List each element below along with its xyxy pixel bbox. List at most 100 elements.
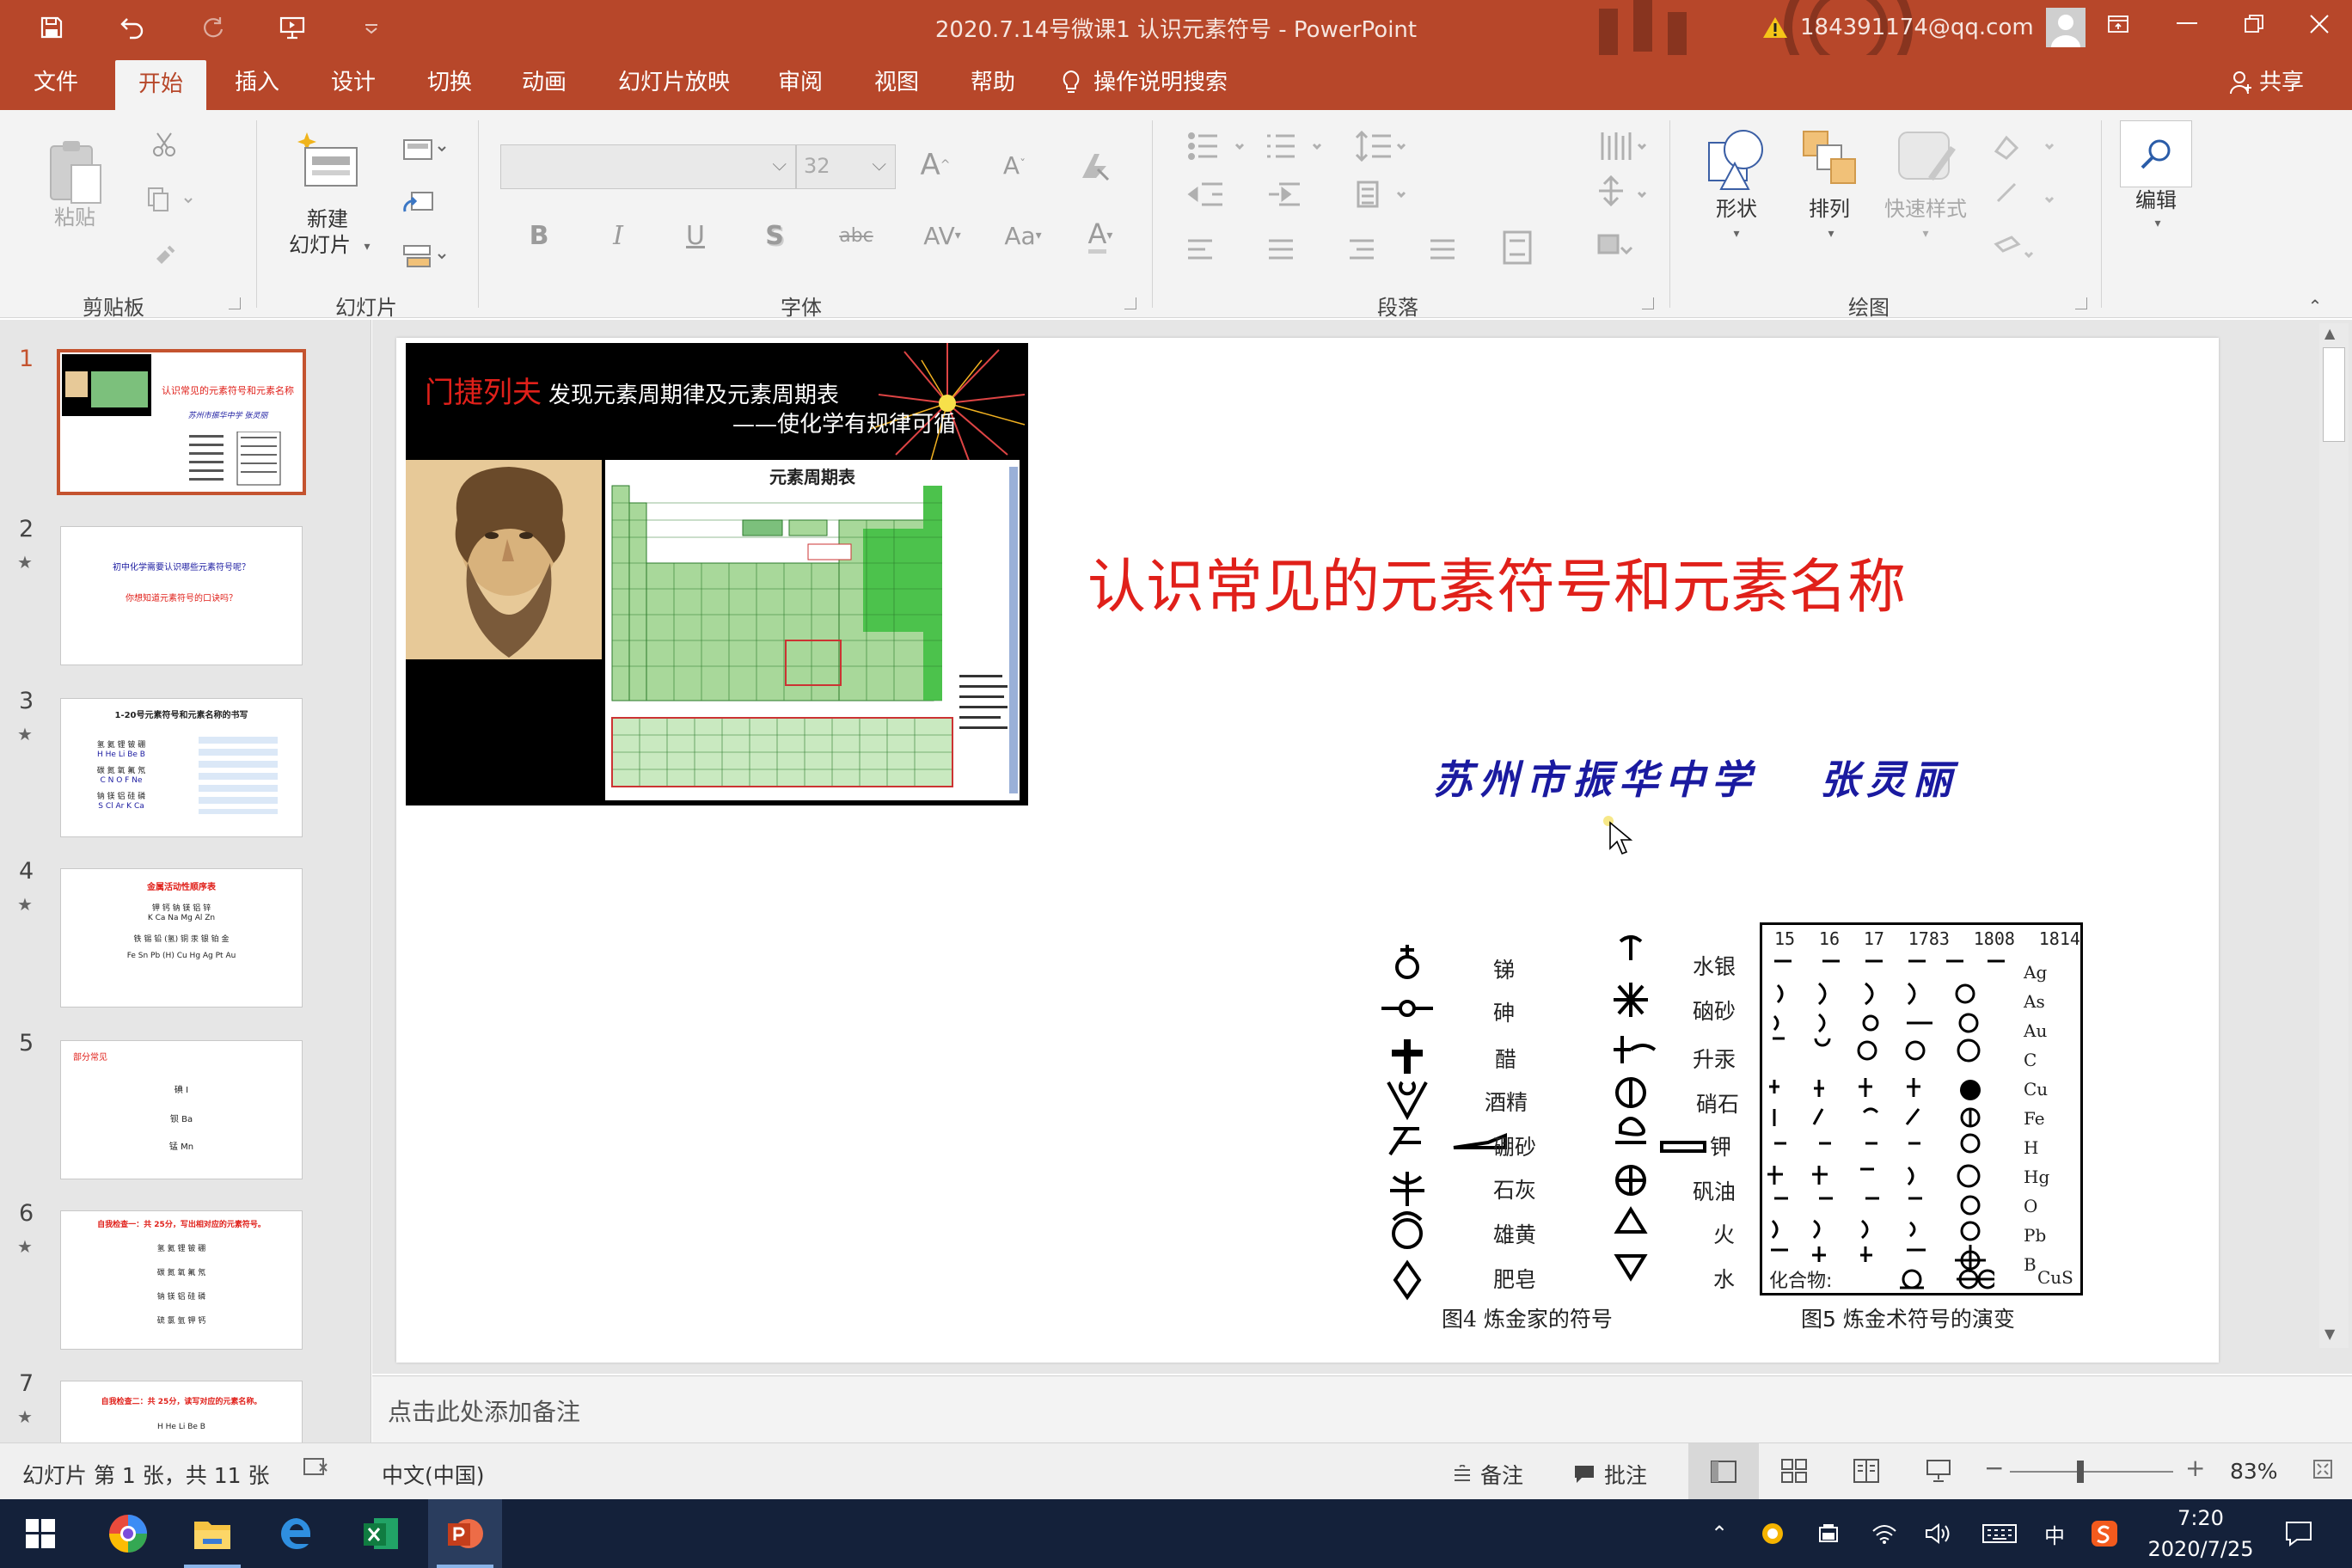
customize-qat-icon[interactable] bbox=[352, 9, 390, 46]
normal-view-button[interactable] bbox=[1688, 1443, 1759, 1500]
reset-slide-icon[interactable] bbox=[397, 186, 440, 220]
tab-transitions[interactable]: 切换 bbox=[413, 55, 487, 110]
slide-thumbnail-1[interactable]: 认识常见的元素符号和元素名称 苏州市振华中学 张灵丽 bbox=[57, 349, 306, 495]
slideshow-view-icon[interactable] bbox=[1926, 1459, 1951, 1488]
tab-home[interactable]: 开始 bbox=[115, 60, 206, 110]
comments-button[interactable]: 批注 bbox=[1573, 1459, 1647, 1490]
character-spacing-button[interactable]: AV ▾ bbox=[915, 213, 970, 258]
tab-file[interactable]: 文件 bbox=[19, 55, 93, 110]
slide-thumbnail-5[interactable]: 部分常见 碘 I 钡 Ba 锰 Mn bbox=[60, 1040, 303, 1179]
reading-view-icon[interactable] bbox=[1853, 1459, 1879, 1488]
shapes-dropdown-icon[interactable]: ▾ bbox=[1726, 225, 1747, 242]
underline-button[interactable]: U bbox=[676, 213, 715, 258]
arrange-button[interactable] bbox=[1793, 124, 1867, 193]
alchemy-symbols-image[interactable]: 锑 砷 醋 酒精 硼砂 石灰 雄黄 肥皂 水银 硇砂 升汞 硝石 钾 矾油 火 … bbox=[1376, 922, 2116, 1352]
share-button[interactable]: 共享 bbox=[2230, 55, 2333, 110]
action-center-icon[interactable] bbox=[2280, 1516, 2318, 1551]
tab-insert[interactable]: 插入 bbox=[220, 55, 294, 110]
taskbar-app-excel[interactable] bbox=[344, 1499, 418, 1568]
shape-format-controls[interactable] bbox=[1986, 127, 2063, 282]
avatar[interactable] bbox=[2045, 8, 2086, 47]
scroll-thumb[interactable] bbox=[2323, 347, 2345, 442]
show-hidden-icons-icon[interactable]: ⌃ bbox=[1702, 1516, 1736, 1551]
language-indicator[interactable]: 中文(中国) bbox=[382, 1459, 485, 1490]
ribbon-display-options-icon[interactable] bbox=[2084, 0, 2153, 48]
sogou-ime-icon[interactable] bbox=[2087, 1516, 2122, 1551]
shadow-button[interactable]: S bbox=[755, 213, 794, 258]
strikethrough-button[interactable]: abc bbox=[832, 213, 880, 258]
clear-formatting-icon[interactable] bbox=[1073, 143, 1118, 189]
undo-icon[interactable] bbox=[113, 9, 151, 46]
slide-thumbnail-6[interactable]: 自我检查一：共 25分，写出相对应的元素符号。 氢 氦 锂 铍 硼 碳 氮 氧 … bbox=[60, 1210, 303, 1350]
taskbar-app-browser[interactable] bbox=[91, 1499, 165, 1568]
quick-styles-dropdown-icon[interactable]: ▾ bbox=[1915, 225, 1936, 242]
shapes-button[interactable] bbox=[1700, 124, 1774, 193]
tab-view[interactable]: 视图 bbox=[860, 55, 934, 110]
paragraph-controls[interactable] bbox=[1186, 129, 1651, 292]
font-color-button[interactable]: A ▾ bbox=[1073, 213, 1128, 258]
tab-help[interactable]: 帮助 bbox=[956, 55, 1030, 110]
network-icon[interactable] bbox=[1867, 1516, 1902, 1551]
notes-pane[interactable]: 点击此处添加备注 bbox=[372, 1375, 2352, 1442]
format-painter-icon[interactable] bbox=[146, 237, 182, 272]
collapse-ribbon-icon[interactable]: ⌃ bbox=[2300, 296, 2330, 316]
tab-slideshow[interactable]: 幻灯片放映 bbox=[612, 55, 736, 110]
clock[interactable]: 7:20 2020/7/25 bbox=[2132, 1503, 2269, 1565]
restore-icon[interactable] bbox=[2220, 0, 2288, 48]
notes-toggle-button[interactable]: 备注 bbox=[1453, 1459, 1523, 1490]
vertical-scrollbar[interactable]: ▲ ▼ bbox=[2319, 323, 2349, 1348]
battery-icon[interactable] bbox=[1810, 1516, 1845, 1551]
tell-me-search[interactable]: 操作说明搜索 bbox=[1061, 55, 1241, 110]
present-from-start-icon[interactable] bbox=[273, 9, 311, 46]
taskbar-app-powerpoint[interactable] bbox=[428, 1499, 502, 1568]
layout-icon[interactable] bbox=[397, 132, 452, 167]
shrink-font-button[interactable]: Aˇ bbox=[995, 141, 1033, 189]
section-icon[interactable] bbox=[397, 239, 452, 273]
minimize-icon[interactable] bbox=[2153, 0, 2221, 48]
change-case-button[interactable]: Aa ▾ bbox=[995, 213, 1050, 258]
grow-font-button[interactable]: A ^ bbox=[916, 141, 954, 189]
zoom-slider-thumb[interactable] bbox=[2077, 1461, 2084, 1483]
keyboard-icon[interactable] bbox=[1982, 1516, 2017, 1551]
slide-thumbnail-7[interactable]: 自我检查二：共 25分，读写对应的元素名称。 H He Li Be B bbox=[60, 1381, 303, 1442]
slide-canvas[interactable]: 门捷列夫 发现元素周期律及元素周期表 ——使化学有规律可循 元素周期表 认识常见… bbox=[396, 338, 2219, 1363]
volume-icon[interactable] bbox=[1920, 1516, 1955, 1551]
zoom-out-icon[interactable]: − bbox=[1984, 1454, 2004, 1482]
font-name-box[interactable]: ⌵ bbox=[500, 144, 796, 189]
arrange-dropdown-icon[interactable]: ▾ bbox=[1821, 225, 1841, 242]
tab-animations[interactable]: 动画 bbox=[507, 55, 581, 110]
save-icon[interactable] bbox=[33, 9, 70, 46]
zoom-level[interactable]: 83% bbox=[2230, 1459, 2278, 1484]
slide-thumbnail-4[interactable]: 金属活动性顺序表 钾 钙 钠 镁 铝 锌 K Ca Na Mg Al Zn 铁 … bbox=[60, 868, 303, 1008]
editing-dropdown-icon[interactable]: ▾ bbox=[2147, 215, 2168, 232]
scroll-down-icon[interactable]: ▼ bbox=[2324, 1326, 2335, 1342]
tab-design[interactable]: 设计 bbox=[316, 55, 390, 110]
tab-review[interactable]: 审阅 bbox=[763, 55, 837, 110]
slide-thumbnail-2[interactable]: 初中化学需要认识哪些元素符号呢？ 你想知道元素符号的口诀吗？ bbox=[60, 526, 303, 665]
drawing-launcher-icon[interactable] bbox=[2075, 297, 2087, 309]
accessibility-icon[interactable] bbox=[303, 1455, 330, 1485]
new-slide-dropdown-icon[interactable]: ▾ bbox=[361, 234, 373, 260]
font-size-dropdown-icon[interactable]: ⌵ bbox=[872, 154, 886, 175]
close-icon[interactable] bbox=[2285, 0, 2352, 48]
bold-button[interactable]: B bbox=[519, 213, 559, 258]
font-dropdown-icon[interactable]: ⌵ bbox=[772, 154, 787, 175]
slide-thumbnail-3[interactable]: 1-20号元素符号和元素名称的书写 氢 氦 锂 铍 硼 H He Li Be B… bbox=[60, 698, 303, 837]
zoom-slider[interactable] bbox=[2010, 1461, 2173, 1483]
tray-app-icon[interactable] bbox=[1755, 1516, 1790, 1551]
font-launcher-icon[interactable] bbox=[1124, 297, 1136, 309]
slide-title[interactable]: 认识常见的元素符号和元素名称 bbox=[396, 539, 2219, 624]
fit-to-window-icon[interactable] bbox=[2312, 1459, 2333, 1485]
ime-indicator[interactable]: 中 bbox=[2037, 1516, 2072, 1551]
new-slide-button[interactable] bbox=[287, 126, 364, 205]
account-area[interactable]: 184391174@qq.com bbox=[1762, 7, 2086, 48]
slide-sorter-icon[interactable] bbox=[1781, 1459, 1807, 1488]
paragraph-launcher-icon[interactable] bbox=[1642, 297, 1654, 309]
taskbar-app-file-explorer[interactable] bbox=[175, 1499, 249, 1568]
start-button[interactable] bbox=[3, 1499, 77, 1568]
copy-icon[interactable] bbox=[141, 182, 201, 217]
zoom-in-icon[interactable]: + bbox=[2185, 1454, 2205, 1482]
editing-button[interactable] bbox=[2120, 120, 2192, 187]
clipboard-launcher-icon[interactable] bbox=[229, 297, 241, 309]
italic-button[interactable]: I bbox=[598, 213, 638, 258]
